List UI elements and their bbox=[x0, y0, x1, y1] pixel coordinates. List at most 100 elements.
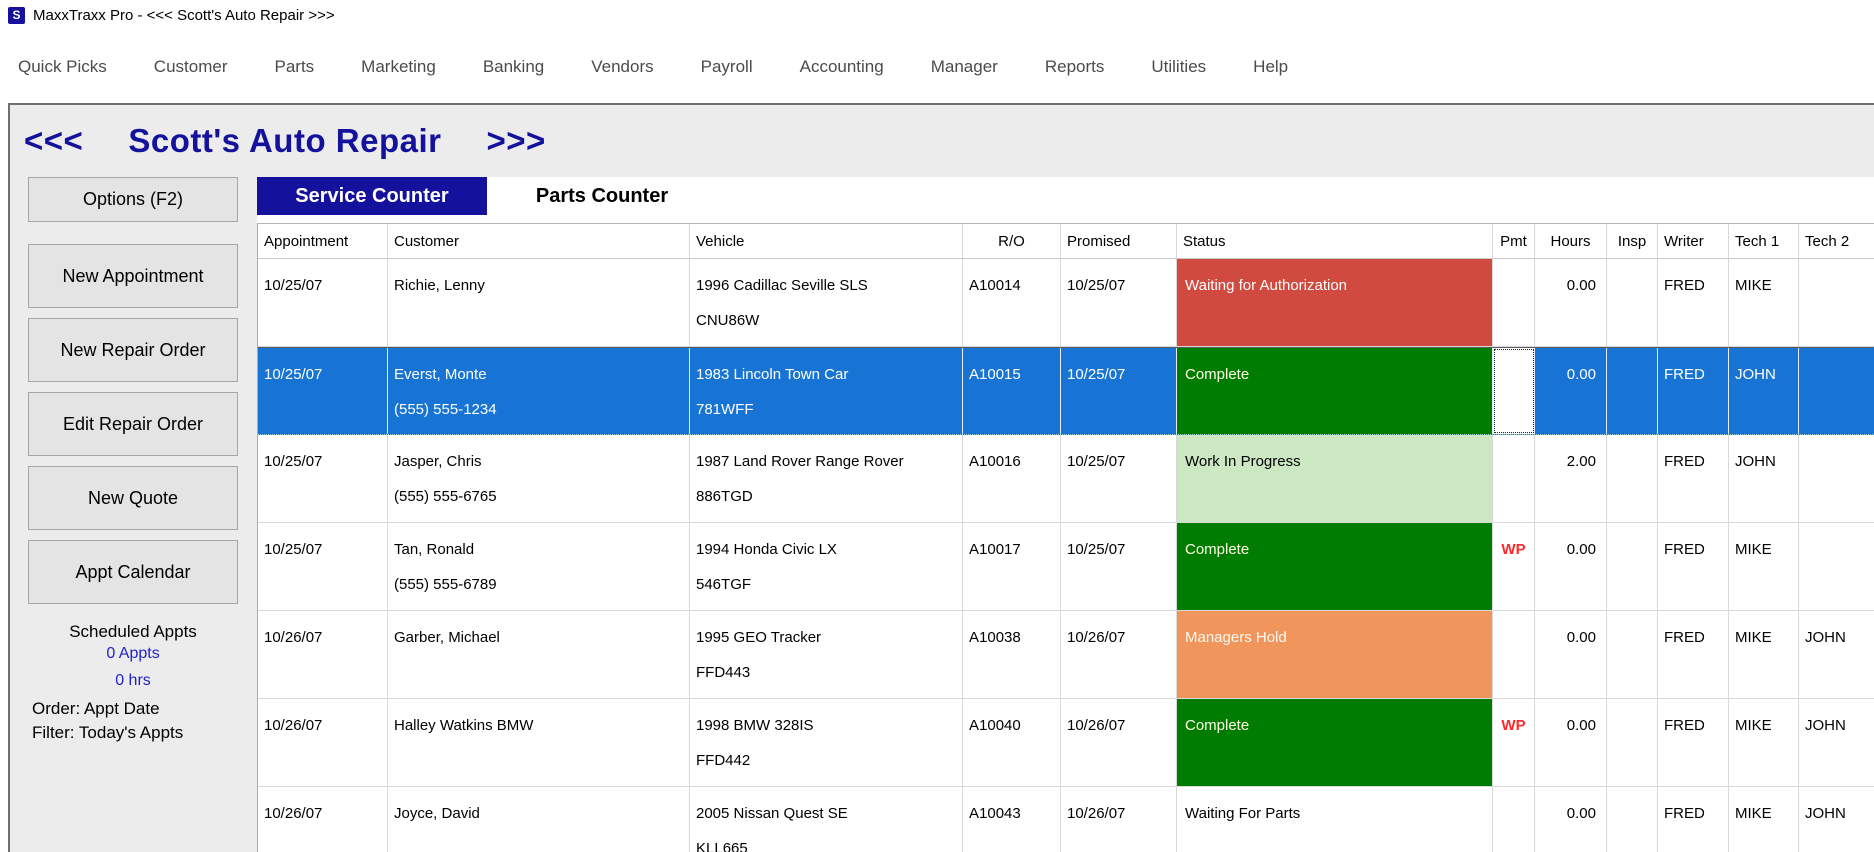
table-row[interactable]: 10/25/07 Tan, Ronald (555) 555-6789 1994 Ho… bbox=[258, 523, 1874, 611]
cell-writer: FRED bbox=[1658, 259, 1729, 346]
cell-tech2: JOHN bbox=[1805, 717, 1846, 734]
menu-item-marketing[interactable]: Marketing bbox=[361, 57, 436, 77]
column-header-promised[interactable]: Promised bbox=[1061, 224, 1177, 258]
tab-service-counter[interactable]: Service Counter bbox=[257, 177, 487, 215]
column-header-writer[interactable]: Writer bbox=[1658, 224, 1729, 258]
status-badge: Complete bbox=[1177, 699, 1492, 786]
cell-vehicle: 2005 Nissan Quest SE KLL665 bbox=[690, 787, 963, 852]
cell-tech1: MIKE bbox=[1729, 523, 1799, 610]
menu-item-parts[interactable]: Parts bbox=[274, 57, 314, 77]
cell-payment: $$ bbox=[1493, 348, 1535, 434]
cell-tech1: JOHN bbox=[1729, 348, 1799, 434]
cell-payment bbox=[1493, 611, 1535, 698]
summary-title: Scheduled Appts bbox=[69, 622, 197, 641]
column-header-r-o[interactable]: R/O bbox=[963, 224, 1061, 258]
column-header-tech-2[interactable]: Tech 2 bbox=[1799, 224, 1874, 258]
cell-hours: 0.00 bbox=[1535, 699, 1607, 786]
column-header-tech-1[interactable]: Tech 1 bbox=[1729, 224, 1799, 258]
cell-customer: Tan, Ronald (555) 555-6789 bbox=[388, 523, 690, 610]
cell-ro-number: A10017 bbox=[963, 523, 1061, 610]
shop-name: Scott's Auto Repair bbox=[128, 122, 442, 159]
summary-hours: 0 hrs bbox=[115, 672, 151, 689]
cell-tech1: MIKE bbox=[1729, 787, 1799, 852]
options-f2-button[interactable]: Options (F2) bbox=[28, 177, 238, 222]
cell-customer: Jasper, Chris (555) 555-6765 bbox=[388, 435, 690, 522]
new-quote-button[interactable]: New Quote bbox=[28, 466, 238, 530]
cell-vehicle: 1995 GEO Tracker FFD443 bbox=[690, 611, 963, 698]
cell-ro-number: A10040 bbox=[963, 699, 1061, 786]
summary-order: Order: Appt Date bbox=[32, 699, 160, 718]
header-left-arrows: <<< bbox=[24, 122, 84, 159]
table-row[interactable]: 10/26/07 Halley Watkins BMW 1998 BMW 328IS… bbox=[258, 699, 1874, 787]
window-title: MaxxTraxx Pro - <<< Scott's Auto Repair … bbox=[33, 6, 335, 24]
edit-repair-order-button[interactable]: Edit Repair Order bbox=[28, 392, 238, 456]
cell-promised: 10/26/07 bbox=[1061, 787, 1177, 852]
header-right-arrows: >>> bbox=[486, 122, 546, 159]
cell-promised: 10/25/07 bbox=[1061, 348, 1177, 434]
menu-item-quick-picks[interactable]: Quick Picks bbox=[18, 57, 107, 77]
cell-customer: Garber, Michael bbox=[388, 611, 690, 698]
cell-vehicle: 1994 Honda Civic LX 546TGF bbox=[690, 523, 963, 610]
cell-vehicle: 1983 Lincoln Town Car 781WFF bbox=[690, 348, 963, 434]
menu-item-vendors[interactable]: Vendors bbox=[591, 57, 653, 77]
cell-promised: 10/25/07 bbox=[1061, 435, 1177, 522]
counter-tabs: Service Counter Parts Counter bbox=[257, 177, 1874, 215]
column-header-customer[interactable]: Customer bbox=[388, 224, 690, 258]
cell-ro-number: A10015 bbox=[963, 348, 1061, 434]
table-header: Appointment Customer Vehicle R/O Promised Sta… bbox=[258, 223, 1874, 259]
cell-payment bbox=[1493, 259, 1535, 346]
menu-item-accounting[interactable]: Accounting bbox=[800, 57, 884, 77]
appt-calendar-button[interactable]: Appt Calendar bbox=[28, 540, 238, 604]
cell-promised: 10/26/07 bbox=[1061, 611, 1177, 698]
menu-item-manager[interactable]: Manager bbox=[931, 57, 998, 77]
cell-status: Complete bbox=[1177, 348, 1493, 434]
tab-gap bbox=[257, 215, 1874, 223]
table-row[interactable]: 10/26/07 Garber, Michael 1995 GEO Tracker F… bbox=[258, 611, 1874, 699]
tab-parts-counter[interactable]: Parts Counter bbox=[487, 177, 717, 215]
table-row[interactable]: 10/25/07 Richie, Lenny 1996 Cadillac Sevil… bbox=[258, 259, 1874, 347]
cell-appointment: 10/25/07 bbox=[258, 523, 388, 610]
menu-item-utilities[interactable]: Utilities bbox=[1151, 57, 1206, 77]
menu-item-customer[interactable]: Customer bbox=[154, 57, 228, 77]
cell-insp bbox=[1607, 435, 1658, 522]
cell-tech2: JOHN bbox=[1805, 629, 1846, 646]
new-repair-order-button[interactable]: New Repair Order bbox=[28, 318, 238, 382]
column-header-vehicle[interactable]: Vehicle bbox=[690, 224, 963, 258]
column-header-pmt[interactable]: Pmt bbox=[1493, 224, 1535, 258]
tab-filler bbox=[717, 177, 1874, 215]
cell-status: Complete bbox=[1177, 699, 1493, 786]
menu-item-reports[interactable]: Reports bbox=[1045, 57, 1105, 77]
new-appointment-button[interactable]: New Appointment bbox=[28, 244, 238, 308]
menu-item-banking[interactable]: Banking bbox=[483, 57, 544, 77]
cell-insp bbox=[1607, 523, 1658, 610]
table-body: 10/25/07 Richie, Lenny 1996 Cadillac Sevil… bbox=[258, 259, 1874, 852]
status-badge: Complete bbox=[1177, 523, 1492, 610]
cell-hours: 0.00 bbox=[1535, 611, 1607, 698]
column-header-insp[interactable]: Insp bbox=[1607, 224, 1658, 258]
table-row[interactable]: 10/25/07 Everst, Monte (555) 555-1234 1983 … bbox=[258, 347, 1874, 435]
table-row[interactable]: 10/25/07 Jasper, Chris (555) 555-6765 1987 … bbox=[258, 435, 1874, 523]
menu-item-help[interactable]: Help bbox=[1253, 57, 1288, 77]
table-row[interactable]: 10/26/07 Joyce, David 2005 Nissan Quest SE… bbox=[258, 787, 1874, 852]
status-badge: Managers Hold bbox=[1177, 611, 1492, 698]
cell-hours: 0.00 bbox=[1535, 787, 1607, 852]
menu-item-payroll[interactable]: Payroll bbox=[701, 57, 753, 77]
cell-customer: Joyce, David bbox=[388, 787, 690, 852]
column-header-status[interactable]: Status bbox=[1177, 224, 1493, 258]
cell-writer: FRED bbox=[1658, 523, 1729, 610]
cell-tech2 bbox=[1799, 435, 1874, 522]
cell-tech2 bbox=[1799, 259, 1874, 346]
summary-appt-count: 0 Appts bbox=[106, 645, 160, 662]
status-badge: Complete bbox=[1177, 348, 1492, 434]
cell-promised: 10/25/07 bbox=[1061, 523, 1177, 610]
cell-vehicle: 1996 Cadillac Seville SLS CNU86W bbox=[690, 259, 963, 346]
cell-status: Work In Progress bbox=[1177, 435, 1493, 522]
status-badge: Waiting For Parts bbox=[1185, 805, 1301, 822]
column-header-hours[interactable]: Hours bbox=[1535, 224, 1607, 258]
cell-payment: WP bbox=[1493, 523, 1535, 610]
cell-payment bbox=[1493, 435, 1535, 522]
cell-payment bbox=[1493, 787, 1535, 852]
column-header-appointment[interactable]: Appointment bbox=[258, 224, 388, 258]
cell-tech1: JOHN bbox=[1729, 435, 1799, 522]
repair-order-table: Appointment Customer Vehicle R/O Promised Sta… bbox=[257, 223, 1874, 852]
